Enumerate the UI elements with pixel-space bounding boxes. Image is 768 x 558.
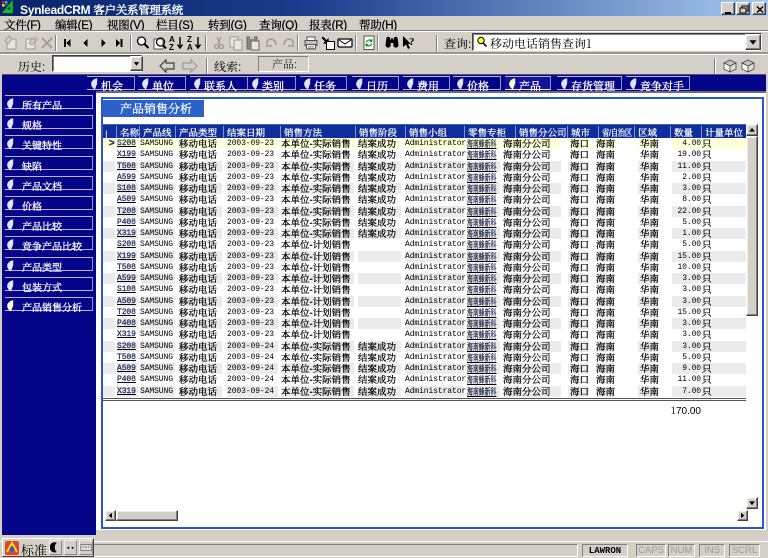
svg-text:Z: Z: [169, 43, 174, 51]
svg-text:A: A: [187, 43, 193, 51]
svg-text:?: ?: [409, 36, 415, 48]
